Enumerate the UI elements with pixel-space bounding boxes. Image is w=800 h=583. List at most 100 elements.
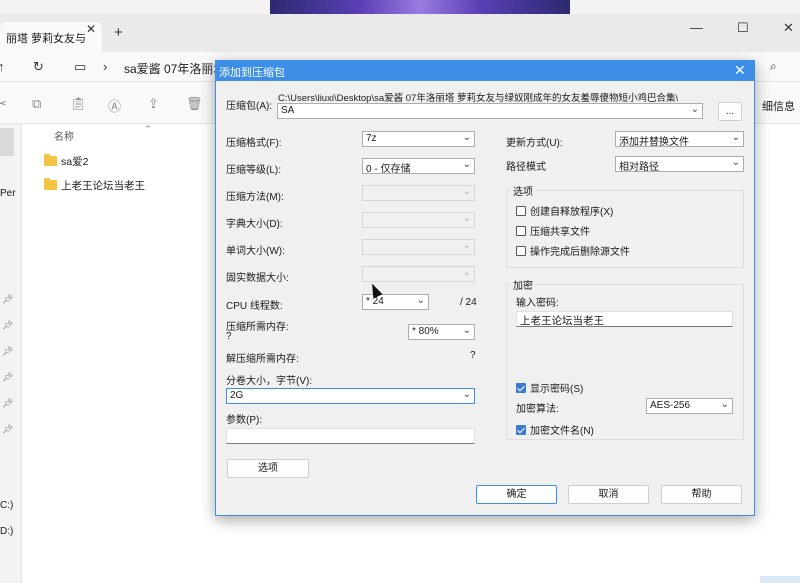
update-label: 更新方式(U): (506, 138, 563, 149)
enc-method-select[interactable]: AES-256 ⌄ (646, 398, 733, 414)
shared-checkbox[interactable]: 压缩共享文件 (516, 223, 590, 238)
volume-value: 2G (230, 390, 244, 401)
update-select[interactable]: 添加并替换文件 ⌄ (615, 131, 744, 147)
format-select[interactable]: 7z ⌄ (362, 131, 475, 147)
chevron-down-icon: ⌄ (462, 389, 471, 400)
column-header-name[interactable]: 名称 (54, 128, 74, 143)
up-arrow-icon[interactable]: ↑ (0, 59, 5, 74)
level-select[interactable]: 0 - 仅存储 ⌄ (362, 158, 475, 174)
sfx-checkbox[interactable]: 创建自释放程序(X) (516, 203, 613, 218)
update-value: 添加并替换文件 (619, 137, 689, 147)
show-password-label: 显示密码(S) (530, 384, 584, 395)
nav-drive-c[interactable]: C:) (0, 500, 13, 511)
mem-comp-label: 压缩所需内存: (226, 322, 289, 333)
close-window-button[interactable]: ✕ (783, 20, 794, 36)
pin-icon: 📌︎ (2, 424, 14, 434)
level-label: 压缩等级(L): (226, 165, 281, 176)
chevron-down-icon: ⌄ (462, 267, 471, 278)
volume-combo[interactable]: 2G ⌄ (226, 388, 475, 404)
pin-icon: 📌︎ (2, 398, 14, 408)
pin-icon: 📌︎ (2, 294, 14, 304)
solid-select[interactable]: ⌄ (362, 266, 475, 282)
checkbox-box[interactable] (516, 205, 526, 216)
nav-selected-item[interactable] (0, 128, 14, 156)
encryption-group-title: 加密 (511, 277, 535, 292)
show-password-checkbox[interactable]: 显示密码(S) (516, 380, 583, 395)
view-toggle[interactable] (760, 576, 800, 583)
word-select[interactable]: ⌄ (362, 239, 475, 255)
cpu-label: CPU 线程数: (226, 301, 283, 312)
solid-label: 固实数据大小: (226, 273, 289, 284)
list-item[interactable]: sa爱2 (44, 152, 88, 170)
checkbox-box[interactable] (516, 424, 526, 435)
archive-name-combo[interactable]: SA ⌄ (277, 103, 703, 119)
cancel-button[interactable]: 取消 (568, 485, 649, 504)
ok-button[interactable]: 确定 (476, 485, 557, 504)
mem-comp-value: * 80% (412, 326, 439, 337)
sort-caret-icon[interactable]: ⌃ (144, 124, 152, 135)
format-value: 7z (366, 133, 377, 144)
refresh-icon[interactable]: ↻ (33, 59, 44, 75)
options-button[interactable]: 选项 (227, 459, 309, 478)
dialog-close-icon[interactable]: ✕ (734, 62, 746, 79)
new-tab-button[interactable]: + (114, 24, 123, 41)
maximize-button[interactable]: ☐ (737, 20, 749, 36)
list-item[interactable]: 上老王论坛当老王 (44, 176, 145, 194)
checkbox-box[interactable] (516, 225, 526, 236)
pin-icon: 📌︎ (2, 320, 14, 330)
wallpaper-strip (270, 0, 570, 14)
folder-icon (44, 154, 57, 166)
encrypt-names-label: 加密文件名(N) (530, 426, 594, 437)
chevron-down-icon: ⌄ (462, 240, 471, 251)
address-path[interactable]: sa爱酱 07年洛丽塔 (124, 60, 225, 77)
method-select[interactable]: ⌄ (362, 185, 475, 201)
tab-close-icon[interactable]: ✕ (86, 22, 96, 36)
enc-method-label: 加密算法: (516, 404, 559, 415)
sfx-label: 创建自释放程序(X) (530, 207, 614, 218)
dict-label: 字典大小(D): (226, 219, 283, 230)
mem-decomp-question: ? (470, 350, 476, 361)
chevron-down-icon: ⌄ (462, 325, 471, 336)
chevron-right-icon[interactable]: › (103, 59, 107, 74)
browse-button[interactable]: ... (718, 102, 742, 121)
path-mode-select[interactable]: 相对路径 ⌄ (615, 156, 744, 172)
dialog-title: 添加到压缩包 (219, 67, 285, 79)
tab-title: 丽塔 萝莉女友与 (6, 33, 87, 45)
encrypt-names-checkbox[interactable]: 加密文件名(N) (516, 422, 594, 437)
rename-icon[interactable]: Ⓐ (108, 96, 121, 115)
monitor-icon[interactable]: ▭ (74, 59, 86, 75)
share-icon[interactable]: ⇪ (148, 96, 159, 112)
delete-source-label: 操作完成后删除源文件 (530, 247, 630, 258)
dict-select[interactable]: ⌄ (362, 212, 475, 228)
method-label: 压缩方法(M): (226, 192, 284, 203)
level-value: 0 - 仅存储 (366, 164, 411, 174)
params-input[interactable] (226, 428, 475, 444)
copy-icon[interactable]: ⧉ (32, 96, 41, 112)
mem-comp-select[interactable]: * 80% ⌄ (408, 324, 475, 340)
password-input[interactable]: 上老王论坛当老王 (516, 311, 733, 327)
path-mode-value: 相对路径 (619, 162, 659, 172)
file-name: 上老王论坛当老王 (61, 179, 145, 192)
minimize-button[interactable]: — (690, 20, 703, 35)
dialog-titlebar[interactable]: 添加到压缩包 ✕ (216, 61, 754, 81)
archive-name-value: SA (281, 105, 295, 116)
folder-icon (44, 178, 57, 190)
paste-icon[interactable]: 📋︎ (70, 96, 87, 112)
nav-drive-d[interactable]: D:) (0, 526, 13, 537)
navigation-pane: Per 📌︎ 📌︎ 📌︎ 📌︎ 📌︎ 📌︎ C:) D:) (0, 124, 22, 583)
checkbox-box[interactable] (516, 382, 526, 393)
chevron-down-icon: ⌄ (462, 213, 471, 224)
details-button[interactable]: 细信息 (762, 98, 795, 114)
help-button[interactable]: 帮助 (661, 485, 742, 504)
mem-decomp-label: 解压缩所需内存: (226, 354, 299, 365)
search-icon[interactable]: ⌕ (770, 59, 777, 74)
file-name: sa爱2 (61, 155, 89, 168)
checkbox-box[interactable] (516, 245, 526, 256)
cut-icon[interactable]: ✂ (0, 96, 7, 112)
path-mode-label: 路径模式 (506, 162, 546, 173)
chevron-down-icon: ⌄ (720, 399, 729, 410)
delete-icon[interactable]: 🗑︎ (186, 96, 203, 112)
chevron-down-icon: ⌄ (462, 186, 471, 197)
nav-label-per[interactable]: Per (0, 188, 16, 199)
delete-source-checkbox[interactable]: 操作完成后删除源文件 (516, 243, 630, 258)
